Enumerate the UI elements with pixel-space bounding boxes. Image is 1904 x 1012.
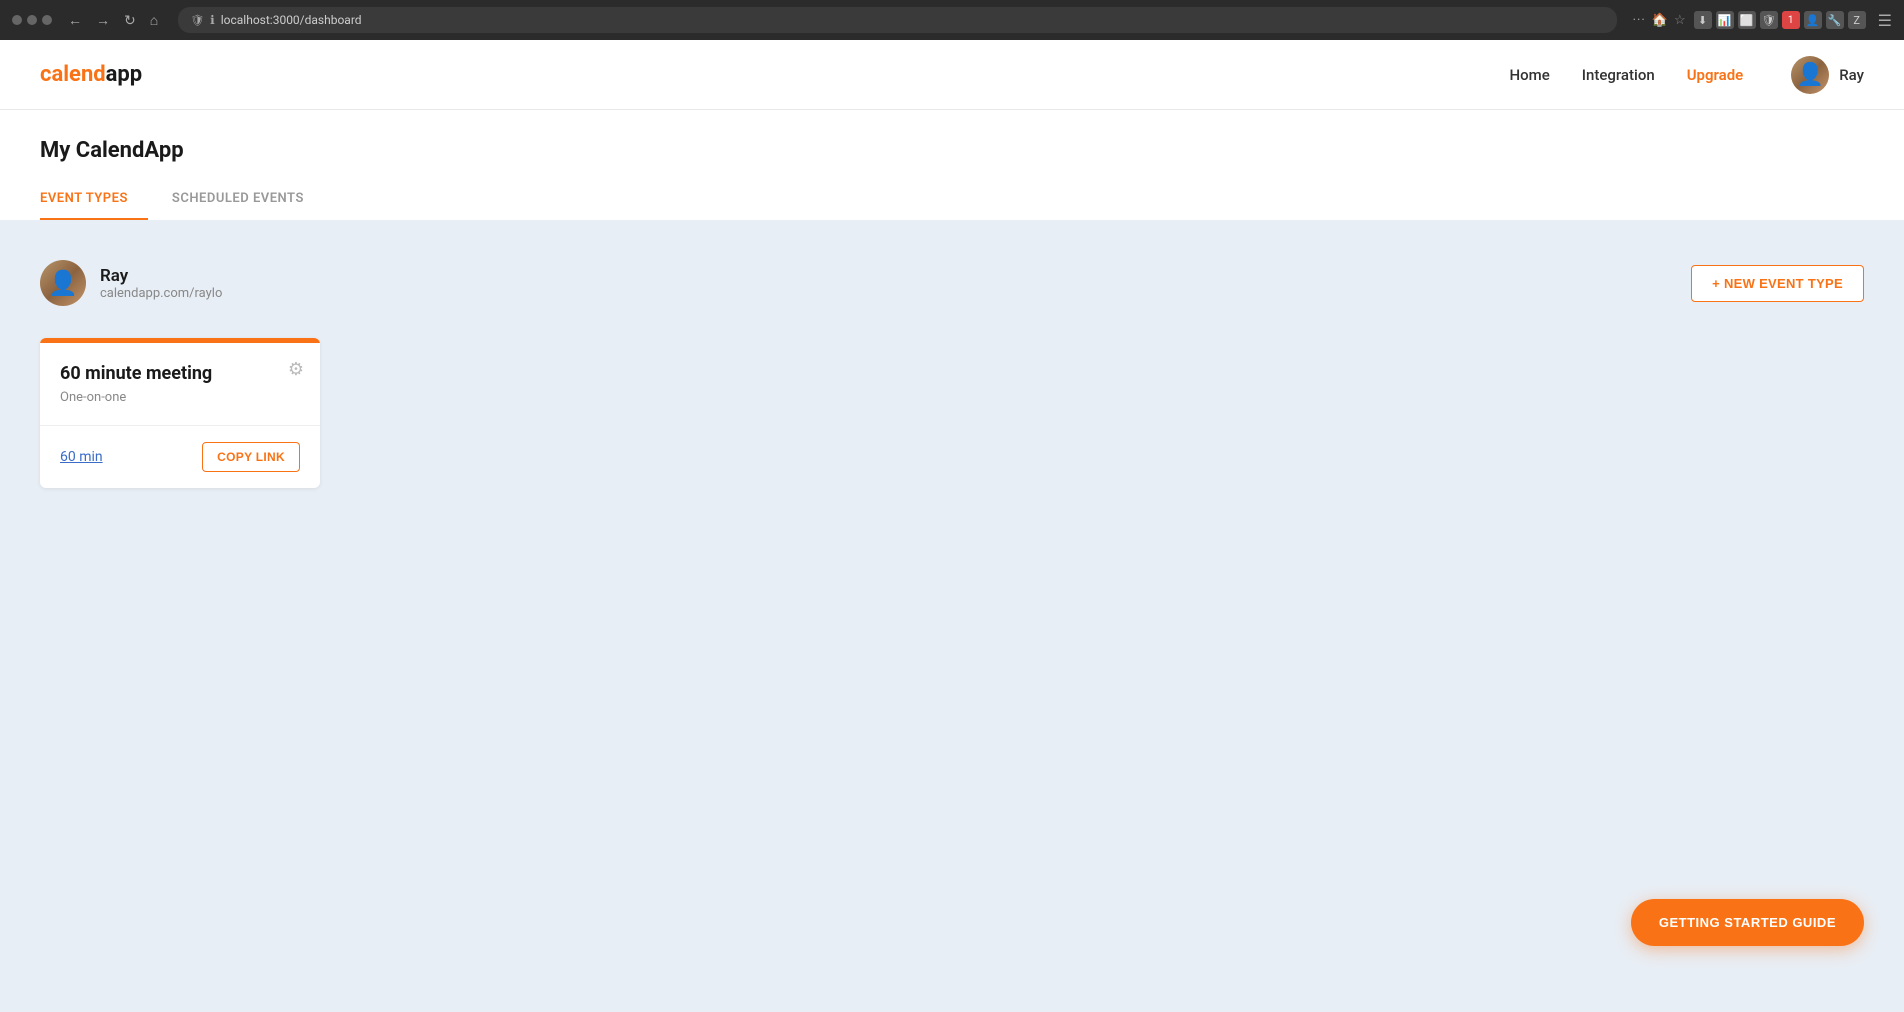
nav-home[interactable]: Home (1509, 66, 1549, 84)
forward-button[interactable]: → (92, 10, 114, 31)
avatar[interactable] (1791, 56, 1829, 94)
url-display: localhost:3000/dashboard (221, 13, 362, 27)
new-event-type-button[interactable]: + NEW EVENT TYPE (1691, 265, 1864, 302)
browser-nav: ← → ↻ ⌂ (64, 10, 162, 31)
user-row: 👤 Ray calendapp.com/raylo + NEW EVENT TY… (40, 260, 1864, 306)
logo-end-part: app (106, 62, 143, 87)
browser-dot-3 (42, 15, 52, 25)
user-info-url: calendapp.com/raylo (100, 286, 222, 301)
address-bar[interactable]: 🛡 ℹ localhost:3000/dashboard (178, 7, 1616, 33)
getting-started-button[interactable]: GETTING STARTED GUIDE (1631, 899, 1864, 946)
bookmark-icon[interactable]: ☆ (1674, 13, 1686, 28)
nav-integration[interactable]: Integration (1582, 66, 1655, 84)
pocket-icon[interactable]: 🏠 (1652, 13, 1668, 28)
security-icon: 🛡 (190, 14, 204, 27)
stats-icon[interactable]: 📊 (1716, 11, 1734, 29)
app-header: calendapp Home Integration Upgrade Ray (0, 40, 1904, 110)
user-info-name: Ray (100, 266, 222, 286)
event-card-title: 60 minute meeting (60, 363, 300, 384)
window-icon[interactable]: ⬜ (1738, 11, 1756, 29)
event-duration-link[interactable]: 60 min (60, 449, 103, 465)
tab-scheduled-events[interactable]: SCHEDULED EVENTS (172, 179, 324, 220)
event-card-footer: 60 min COPY LINK (40, 426, 320, 488)
user-info-avatar: 👤 (40, 260, 86, 306)
tabs-row: EVENT TYPES SCHEDULED EVENTS (40, 179, 1864, 220)
user-info-text: Ray calendapp.com/raylo (100, 266, 222, 301)
header-nav: Home Integration Upgrade Ray (1509, 56, 1864, 94)
extension-icons: ⬇ 📊 ⬜ 🛡 1 👤 🔧 Z (1694, 11, 1866, 29)
ext-icon-2[interactable]: 👤 (1804, 11, 1822, 29)
download-icon[interactable]: ⬇ (1694, 11, 1712, 29)
app-logo[interactable]: calendapp (40, 62, 142, 87)
home-button[interactable]: ⌂ (146, 10, 162, 31)
ext-icon-3[interactable]: 🔧 (1826, 11, 1844, 29)
user-info: 👤 Ray calendapp.com/raylo (40, 260, 222, 306)
hamburger-menu[interactable]: ☰ (1878, 11, 1892, 30)
event-card: ⚙ 60 minute meeting One-on-one 60 min CO… (40, 338, 320, 488)
main-content: 👤 Ray calendapp.com/raylo + NEW EVENT TY… (0, 220, 1904, 1012)
gear-icon[interactable]: ⚙ (288, 359, 304, 380)
browser-dot-2 (27, 15, 37, 25)
page-title: My CalendApp (40, 110, 1864, 163)
notification-icon[interactable]: 1 (1782, 11, 1800, 29)
tab-event-types[interactable]: EVENT TYPES (40, 179, 148, 220)
back-button[interactable]: ← (64, 10, 86, 31)
browser-dot-1 (12, 15, 22, 25)
copy-link-button[interactable]: COPY LINK (202, 442, 300, 472)
shield-ext-icon[interactable]: 🛡 (1760, 11, 1778, 29)
logo-cal-part: calend (40, 62, 106, 87)
avatar-image (1791, 56, 1829, 94)
info-icon: ℹ (210, 13, 215, 27)
event-card-body: ⚙ 60 minute meeting One-on-one (40, 343, 320, 405)
browser-menu-dots[interactable]: ··· (1633, 13, 1646, 28)
browser-right-controls: ··· 🏠 ☆ (1633, 13, 1686, 28)
nav-upgrade[interactable]: Upgrade (1687, 66, 1744, 84)
browser-chrome: ← → ↻ ⌂ 🛡 ℹ localhost:3000/dashboard ···… (0, 0, 1904, 40)
reload-button[interactable]: ↻ (120, 10, 140, 31)
event-card-type: One-on-one (60, 390, 300, 405)
header-user: Ray (1791, 56, 1864, 94)
browser-dots (12, 15, 52, 25)
ext-icon-4[interactable]: Z (1848, 11, 1866, 29)
header-user-name: Ray (1839, 66, 1864, 84)
sub-header: My CalendApp EVENT TYPES SCHEDULED EVENT… (0, 110, 1904, 220)
